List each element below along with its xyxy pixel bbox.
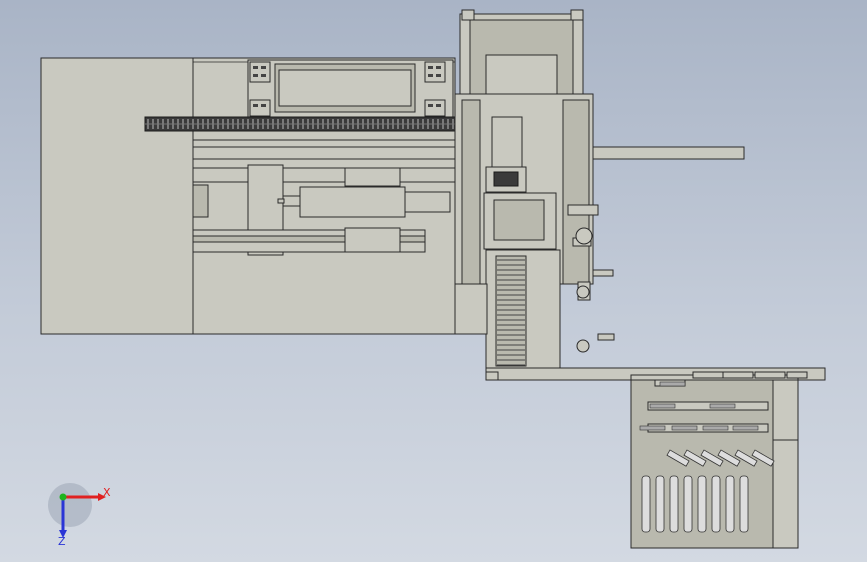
- collection-bin: [630, 371, 808, 549]
- x-axis-label: X: [103, 486, 111, 499]
- right-tower: [454, 9, 594, 285]
- top-rail-frame: [247, 59, 454, 119]
- cad-viewport[interactable]: X Z: [0, 0, 867, 562]
- y-axis-dot: [59, 493, 67, 501]
- drag-chain: [144, 116, 509, 132]
- z-axis-label: Z: [58, 535, 66, 548]
- coordinate-triad: X Z: [48, 483, 111, 548]
